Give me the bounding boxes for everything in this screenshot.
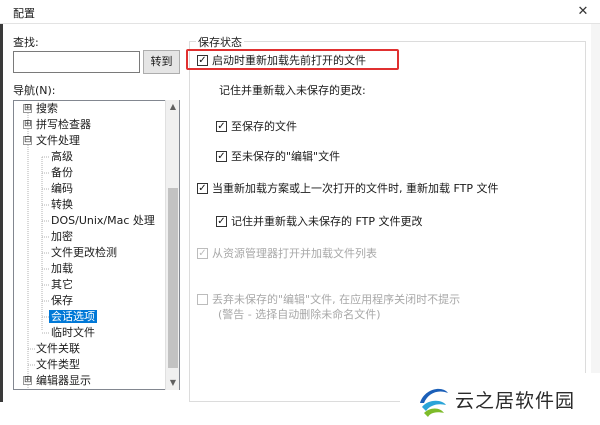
nav-item-backup[interactable]: 备份 (51, 165, 73, 181)
scroll-up-icon[interactable]: ▲ (166, 100, 180, 114)
remember-unsaved-caption: 记住并重新载入未保存的更改: (219, 84, 366, 97)
window-right-edge (591, 24, 600, 425)
nav-item-label: 文件更改检测 (51, 246, 117, 259)
scroll-down-icon[interactable]: ▼ (166, 376, 180, 390)
checkbox-checked-icon[interactable]: ✓ (197, 183, 208, 194)
nav-item-file-types[interactable]: 文件类型 (36, 357, 80, 373)
window-left-edge (0, 24, 3, 425)
expand-plus-icon[interactable]: ⊞ (23, 120, 32, 129)
title-bar: 配置 ✕ (0, 0, 600, 24)
checkbox-checked-icon[interactable]: ✓ (216, 151, 227, 162)
nav-item-label: 搜索 (36, 102, 58, 115)
nav-tree[interactable]: ⊞ 搜索 ⊞ 拼写检查器 ⊟ 文件处理 高级 备份 编码 转换 DOS/Unix… (13, 100, 180, 390)
nav-item-label: DOS/Unix/Mac 处理 (51, 214, 155, 227)
checkbox-unchecked-disabled-icon (197, 294, 208, 305)
nav-item-label: 编辑器显示 (36, 374, 91, 387)
nav-item-label: 备份 (51, 166, 73, 179)
nav-item-label: 文件处理 (36, 134, 80, 147)
nav-item-encryption[interactable]: 加密 (51, 229, 73, 245)
nav-item-label: 编码 (51, 182, 73, 195)
expand-plus-icon[interactable]: ⊞ (23, 376, 32, 385)
nav-item-editor-display[interactable]: ⊞ 编辑器显示 (14, 373, 164, 389)
nav-item-file-change-detection[interactable]: 文件更改检测 (51, 245, 117, 261)
nav-item-label: 加载 (51, 262, 73, 275)
checkbox-label: 至保存的文件 (231, 120, 297, 133)
nav-item-session-options[interactable]: 会话选项 (49, 309, 97, 325)
nav-item-label: 其它 (51, 278, 73, 291)
watermark-text: 云之居软件园 (455, 390, 576, 412)
group-title: 保存状态 (196, 34, 244, 50)
nav-item-file-association[interactable]: 文件关联 (36, 341, 80, 357)
nav-item-label: 高级 (51, 150, 73, 163)
checkbox-label: 当重新加载方案或上一次打开的文件时, 重新加载 FTP 文件 (212, 182, 499, 195)
expand-plus-icon[interactable]: ⊞ (23, 104, 32, 113)
highlight-annotation (186, 49, 399, 70)
checkbox-label: 从资源管理器打开并加载文件列表 (212, 247, 377, 260)
checkbox-label: 丢弃未保存的"编辑"文件, 在应用程序关闭时不提示 (212, 293, 461, 306)
find-label: 查找: (13, 36, 39, 49)
watermark-logo: 云之居软件园 (400, 373, 600, 425)
nav-label: 导航(N): (13, 84, 56, 97)
nav-item-conversion[interactable]: 转换 (51, 197, 73, 213)
watermark-swirl-icon (420, 388, 448, 417)
nav-item-temp-files[interactable]: 临时文件 (51, 325, 95, 341)
checkbox-checked-icon[interactable]: ✓ (216, 121, 227, 132)
nav-item-label: 拼写检查器 (36, 118, 91, 131)
nav-item-load[interactable]: 加载 (51, 261, 73, 277)
goto-button[interactable]: 转到 (143, 50, 180, 74)
checkbox-checked-icon[interactable]: ✓ (216, 216, 227, 227)
scroll-thumb[interactable] (168, 188, 178, 368)
nav-item-dos-unix-mac[interactable]: DOS/Unix/Mac 处理 (51, 213, 155, 229)
nav-item-label: 转换 (51, 198, 73, 211)
nav-item-label: 文件关联 (36, 342, 80, 355)
discard-unsaved-note: (警告 - 选择自动删除未命名文件) (218, 308, 381, 321)
checkbox-checked-disabled-icon: ✓ (197, 248, 208, 259)
nav-item-label: 临时文件 (51, 326, 95, 339)
close-icon[interactable]: ✕ (566, 0, 600, 24)
nav-scrollbar[interactable]: ▲ ▼ (165, 100, 179, 390)
nav-item-advanced[interactable]: 高级 (51, 149, 73, 165)
nav-item-save[interactable]: 保存 (51, 293, 73, 309)
window-title: 配置 (13, 7, 35, 20)
collapse-minus-icon[interactable]: ⊟ (23, 136, 32, 145)
checkbox-label: 记住并重新载入未保存的 FTP 文件更改 (231, 215, 423, 228)
nav-item-spellcheck[interactable]: ⊞ 拼写检查器 (14, 117, 164, 133)
checkbox-label: 至未保存的"编辑"文件 (231, 150, 341, 163)
nav-item-encoding[interactable]: 编码 (51, 181, 73, 197)
nav-item-label: 加密 (51, 230, 73, 243)
nav-item-label-selected: 会话选项 (49, 310, 97, 323)
nav-item-label: 保存 (51, 294, 73, 307)
nav-item-search[interactable]: ⊞ 搜索 (14, 101, 164, 117)
nav-item-other[interactable]: 其它 (51, 277, 73, 293)
find-input[interactable] (13, 51, 140, 73)
nav-item-label: 文件类型 (36, 358, 80, 371)
nav-item-file-handling[interactable]: ⊟ 文件处理 (14, 133, 164, 149)
